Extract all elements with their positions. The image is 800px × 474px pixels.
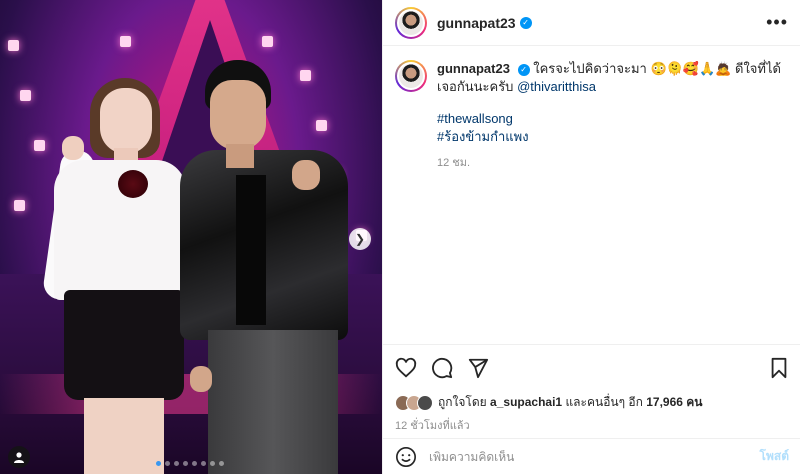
action-icons [395, 357, 789, 379]
carousel-dot [165, 461, 170, 466]
caption-mention[interactable]: @thivaritthisa [517, 79, 596, 94]
comment-bar: โพสต์ [383, 438, 800, 474]
hashtag-link[interactable]: #ร้องข้ามกำแพง [437, 128, 788, 146]
comment-input[interactable] [429, 449, 729, 464]
woman-face [100, 88, 152, 154]
post-timestamp: 12 ชั่วโมงที่แล้ว [395, 420, 470, 432]
carousel-next-button[interactable]: ❯ [349, 228, 371, 250]
carousel-dot [174, 461, 179, 466]
avatar[interactable] [395, 60, 427, 92]
instagram-post-view: ❯ gunnapat23 ✓ ••• gunnapat23 ✓ ใครจะไปค… [0, 0, 800, 474]
heart-icon[interactable] [395, 357, 417, 379]
woman-skirt [64, 290, 184, 400]
man-face [210, 80, 266, 150]
man-hand [190, 366, 212, 392]
carousel-dots [156, 461, 224, 466]
caption-body: gunnapat23 ✓ ใครจะไปคิดว่าจะมา 😳🫠🥰🙏🙇 ดีใ… [437, 60, 788, 172]
likes-summary: ถูกใจโดย a_supachai1 และคนอื่นๆ อีก 17,9… [395, 393, 789, 412]
caption: gunnapat23 ✓ ใครจะไปคิดว่าจะมา 😳🫠🥰🙏🙇 ดีใ… [383, 46, 800, 172]
post-comment-button[interactable]: โพสต์ [760, 447, 789, 466]
woman-hand-heart [62, 136, 84, 160]
verified-badge-icon: ✓ [517, 64, 530, 76]
caption-hashtags: #thewallsong #ร้องข้ามกำแพง [437, 110, 788, 146]
avatar[interactable] [395, 6, 427, 39]
carousel-dot [219, 461, 224, 466]
liker-avatar [417, 394, 433, 411]
chevron-right-icon: ❯ [354, 232, 366, 246]
man-neck [226, 144, 254, 168]
post-photo[interactable]: ❯ [0, 0, 382, 474]
more-horizontal-icon[interactable]: ••• [766, 12, 788, 33]
carousel-dot [210, 461, 215, 466]
tagged-users-button[interactable] [8, 446, 30, 468]
carousel-dot [201, 461, 206, 466]
man-shirt [236, 175, 266, 325]
hashtag-link[interactable]: #thewallsong [437, 110, 788, 128]
verified-badge-icon: ✓ [519, 16, 532, 29]
woman-legs [84, 398, 164, 474]
comment-icon[interactable] [431, 357, 453, 379]
caption-username[interactable]: gunnapat23 [437, 61, 510, 76]
post-actions: ถูกใจโดย a_supachai1 และคนอื่นๆ อีก 17,9… [383, 344, 800, 434]
man-jeans [208, 330, 338, 474]
carousel-dot [156, 461, 161, 466]
emoji-icon[interactable] [395, 446, 417, 468]
username-link[interactable]: gunnapat23 [437, 15, 516, 31]
bookmark-icon[interactable] [769, 357, 789, 379]
carousel-dot [192, 461, 197, 466]
carousel-dot [183, 461, 188, 466]
likes-text[interactable]: ถูกใจโดย a_supachai1 และคนอื่นๆ อีก 17,9… [438, 393, 703, 412]
man-hand-heart [292, 160, 320, 190]
post-side-panel: gunnapat23 ✓ ••• gunnapat23 ✓ ใครจะไปคิด… [382, 0, 800, 474]
share-icon[interactable] [467, 357, 489, 379]
caption-timestamp: 12 ชม. [437, 157, 471, 169]
post-header: gunnapat23 ✓ ••• [383, 0, 800, 46]
user-icon [14, 452, 24, 463]
woman-rose-brooch [118, 170, 148, 198]
